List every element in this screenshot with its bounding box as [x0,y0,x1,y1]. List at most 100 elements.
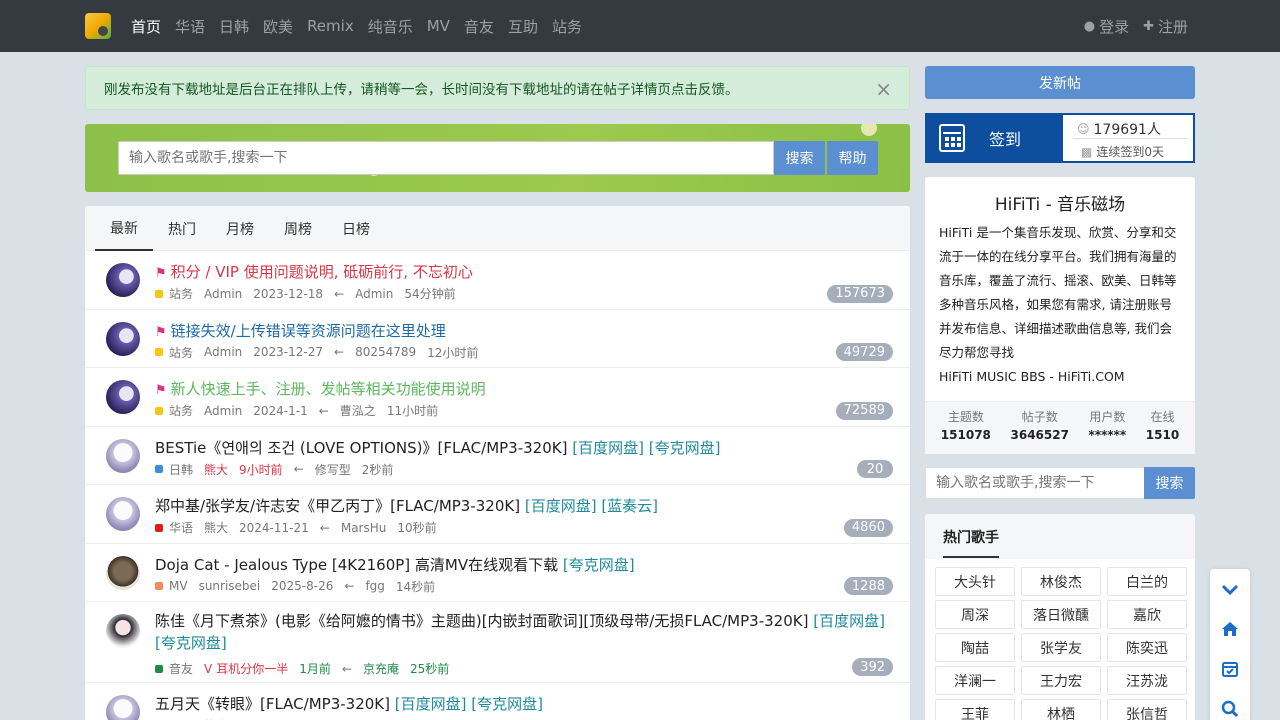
avatar[interactable] [106,555,140,590]
thread-category[interactable]: 站务 [169,285,193,302]
thread-title[interactable]: ⚑ 链接失效/上传错误等资源问题在这里处理 [155,320,446,341]
singer-tag[interactable]: 周深 [935,600,1015,629]
stat-label: 帖子数 [1021,410,1058,424]
nav-friends[interactable]: 音友 [464,16,494,37]
download-links[interactable]: [百度网盘] [蓝奏云] [525,497,658,515]
help-button[interactable]: 帮助 [827,141,878,175]
search-input[interactable] [118,141,774,175]
avatar[interactable] [106,380,140,414]
register-link[interactable]: ✚ 注册 [1143,16,1188,37]
tab-daily[interactable]: 日榜 [327,206,385,251]
thread-title[interactable]: 郑中基/张学友/许志安《甲乙丙丁》[FLAC/MP3-320K] [百度网盘] … [155,495,658,516]
tab-latest[interactable]: 最新 [95,206,153,251]
thread-row[interactable]: ⚑ 积分 / VIP 使用问题说明, 砥砺前行, 不忘初心 站务 Admin 2023-… [85,251,910,310]
search-float-button[interactable] [1210,689,1250,720]
singer-tag[interactable]: 林俊杰 [1021,567,1101,596]
about-footer: HiFiTi MUSIC BBS - HiFiTi.COM [939,369,1125,384]
download-links[interactable]: [夸克网盘] [563,556,635,574]
thread-author[interactable]: sunrisebei [199,579,261,593]
thread-author[interactable]: 耳机分你一半 [216,660,288,677]
last-reply-user[interactable]: MarsHu [341,521,387,535]
thread-category[interactable]: 音友 [169,660,193,677]
thread-category[interactable]: 日韩 [169,461,193,478]
singer-tag[interactable]: 陈奕迅 [1107,633,1187,662]
last-reply-user[interactable]: 80254789 [355,345,416,359]
singer-tag[interactable]: 陶喆 [935,633,1015,662]
thread-title-text: 链接失效/上传错误等资源问题在这里处理 [170,321,446,340]
site-logo[interactable] [85,13,111,39]
checkin-button[interactable]: 签到 [927,115,1063,161]
calendar-button[interactable] [1210,649,1250,689]
thread-title[interactable]: ⚑ 积分 / VIP 使用问题说明, 砥砺前行, 不忘初心 [155,261,473,282]
nav-chinese[interactable]: 华语 [175,16,205,37]
singer-tag[interactable]: 嘉欣 [1107,600,1187,629]
download-links[interactable]: [百度网盘] [夸克网盘] [395,695,543,713]
last-reply-user[interactable]: 京充庵 [363,660,399,677]
thread-category[interactable]: 华语 [169,519,193,536]
nav-help[interactable]: 互助 [508,16,538,37]
nav-site-affairs[interactable]: 站务 [552,16,582,37]
last-reply-user[interactable]: 曹泓之 [340,402,376,419]
thread-author[interactable]: 熊大 [204,519,228,536]
thread-category[interactable]: 站务 [169,344,193,361]
sidebar-search-button[interactable]: 搜索 [1144,467,1195,499]
nav-pure-music[interactable]: 纯音乐 [368,16,413,37]
login-link[interactable]: ● 登录 [1084,16,1129,37]
thread-author[interactable]: Admin [204,404,242,418]
singer-tag[interactable]: 落日微醺 [1021,600,1101,629]
singer-tag[interactable]: 王力宏 [1021,666,1101,695]
nav-home[interactable]: 首页 [131,16,161,37]
download-links[interactable]: [百度网盘] [夸克网盘] [572,439,720,457]
thread-title[interactable]: 陈佳《月下煮茶》(电影《给阿嬷的情书》主题曲)[内嵌封面歌词][顶级母带/无损F… [155,610,890,654]
avatar[interactable] [106,321,140,356]
thread-row[interactable]: 郑中基/张学友/许志安《甲乙丙丁》[FLAC/MP3-320K] [百度网盘] … [85,485,910,544]
tab-monthly[interactable]: 月榜 [211,206,269,251]
avatar[interactable] [106,695,140,720]
home-button[interactable] [1210,609,1250,649]
tab-weekly[interactable]: 周榜 [269,206,327,251]
new-post-button[interactable]: 发新帖 [925,66,1195,99]
nav-remix[interactable]: Remix [307,17,354,35]
thread-title[interactable]: BESTie《연애의 조건 (LOVE OPTIONS)》[FLAC/MP3-3… [155,437,720,458]
thread-category[interactable]: MV [169,579,188,593]
singer-tag[interactable]: 张学友 [1021,633,1101,662]
thread-row[interactable]: BESTie《연애의 조건 (LOVE OPTIONS)》[FLAC/MP3-3… [85,427,910,485]
last-reply-user[interactable]: 修写型 [315,461,351,478]
thread-row[interactable]: ⚑ 链接失效/上传错误等资源问题在这里处理 站务 Admin 2023-12-27 ← 80… [85,310,910,368]
avatar[interactable] [106,263,140,297]
nav-mv[interactable]: MV [427,17,450,35]
singer-tag[interactable]: 汪苏泷 [1107,666,1187,695]
thread-category[interactable]: 站务 [169,402,193,419]
thread-author[interactable]: Admin [204,287,242,301]
avatar[interactable] [106,497,140,531]
thread-row[interactable]: ⚑ 新人快速上手、注册、发帖等相关功能使用说明 站务 Admin 2024-1-1 ← 曹泓… [85,368,910,427]
singer-tag[interactable]: 白兰的 [1107,567,1187,596]
avatar[interactable] [106,614,140,648]
thread-row[interactable]: Doja Cat - Jealous Type [4K2160P] 高清MV在线… [85,544,910,602]
stat-online: 在线 1510 [1146,408,1179,454]
singer-tag[interactable]: 林栖 [1021,699,1101,720]
close-icon[interactable]: × [875,77,892,101]
thread-author[interactable]: 熊大 [204,461,228,478]
last-reply-user[interactable]: Admin [355,287,393,301]
singer-tag[interactable]: 王菲 [935,699,1015,720]
scroll-down-button[interactable] [1210,569,1250,609]
avatar[interactable] [106,438,140,473]
stat-value: 151078 [940,428,991,442]
singer-tag[interactable]: 张信哲 [1107,699,1187,720]
thread-author[interactable]: Admin [204,345,242,359]
search-button[interactable]: 搜索 [774,141,825,175]
last-reply-user[interactable]: fgg [365,579,384,593]
thread-row[interactable]: 陈佳《月下煮茶》(电影《给阿嬷的情书》主题曲)[内嵌封面歌词][顶级母带/无损F… [85,602,910,683]
singer-tag[interactable]: 洋澜一 [935,666,1015,695]
nav-western[interactable]: 欧美 [263,16,293,37]
thread-title[interactable]: Doja Cat - Jealous Type [4K2160P] 高清MV在线… [155,554,635,575]
sidebar-search-input[interactable] [925,467,1145,499]
thread-title[interactable]: ⚑ 新人快速上手、注册、发帖等相关功能使用说明 [155,378,486,399]
reply-count-badge: 49729 [835,343,893,361]
thread-row[interactable]: 五月天《转眼》[FLAC/MP3-320K] [百度网盘] [夸克网盘]华语熊大 [85,683,910,720]
thread-title[interactable]: 五月天《转眼》[FLAC/MP3-320K] [百度网盘] [夸克网盘] [155,693,543,714]
singer-tag[interactable]: 大头针 [935,567,1015,596]
nav-jpkr[interactable]: 日韩 [219,16,249,37]
tab-hot[interactable]: 热门 [153,206,211,251]
